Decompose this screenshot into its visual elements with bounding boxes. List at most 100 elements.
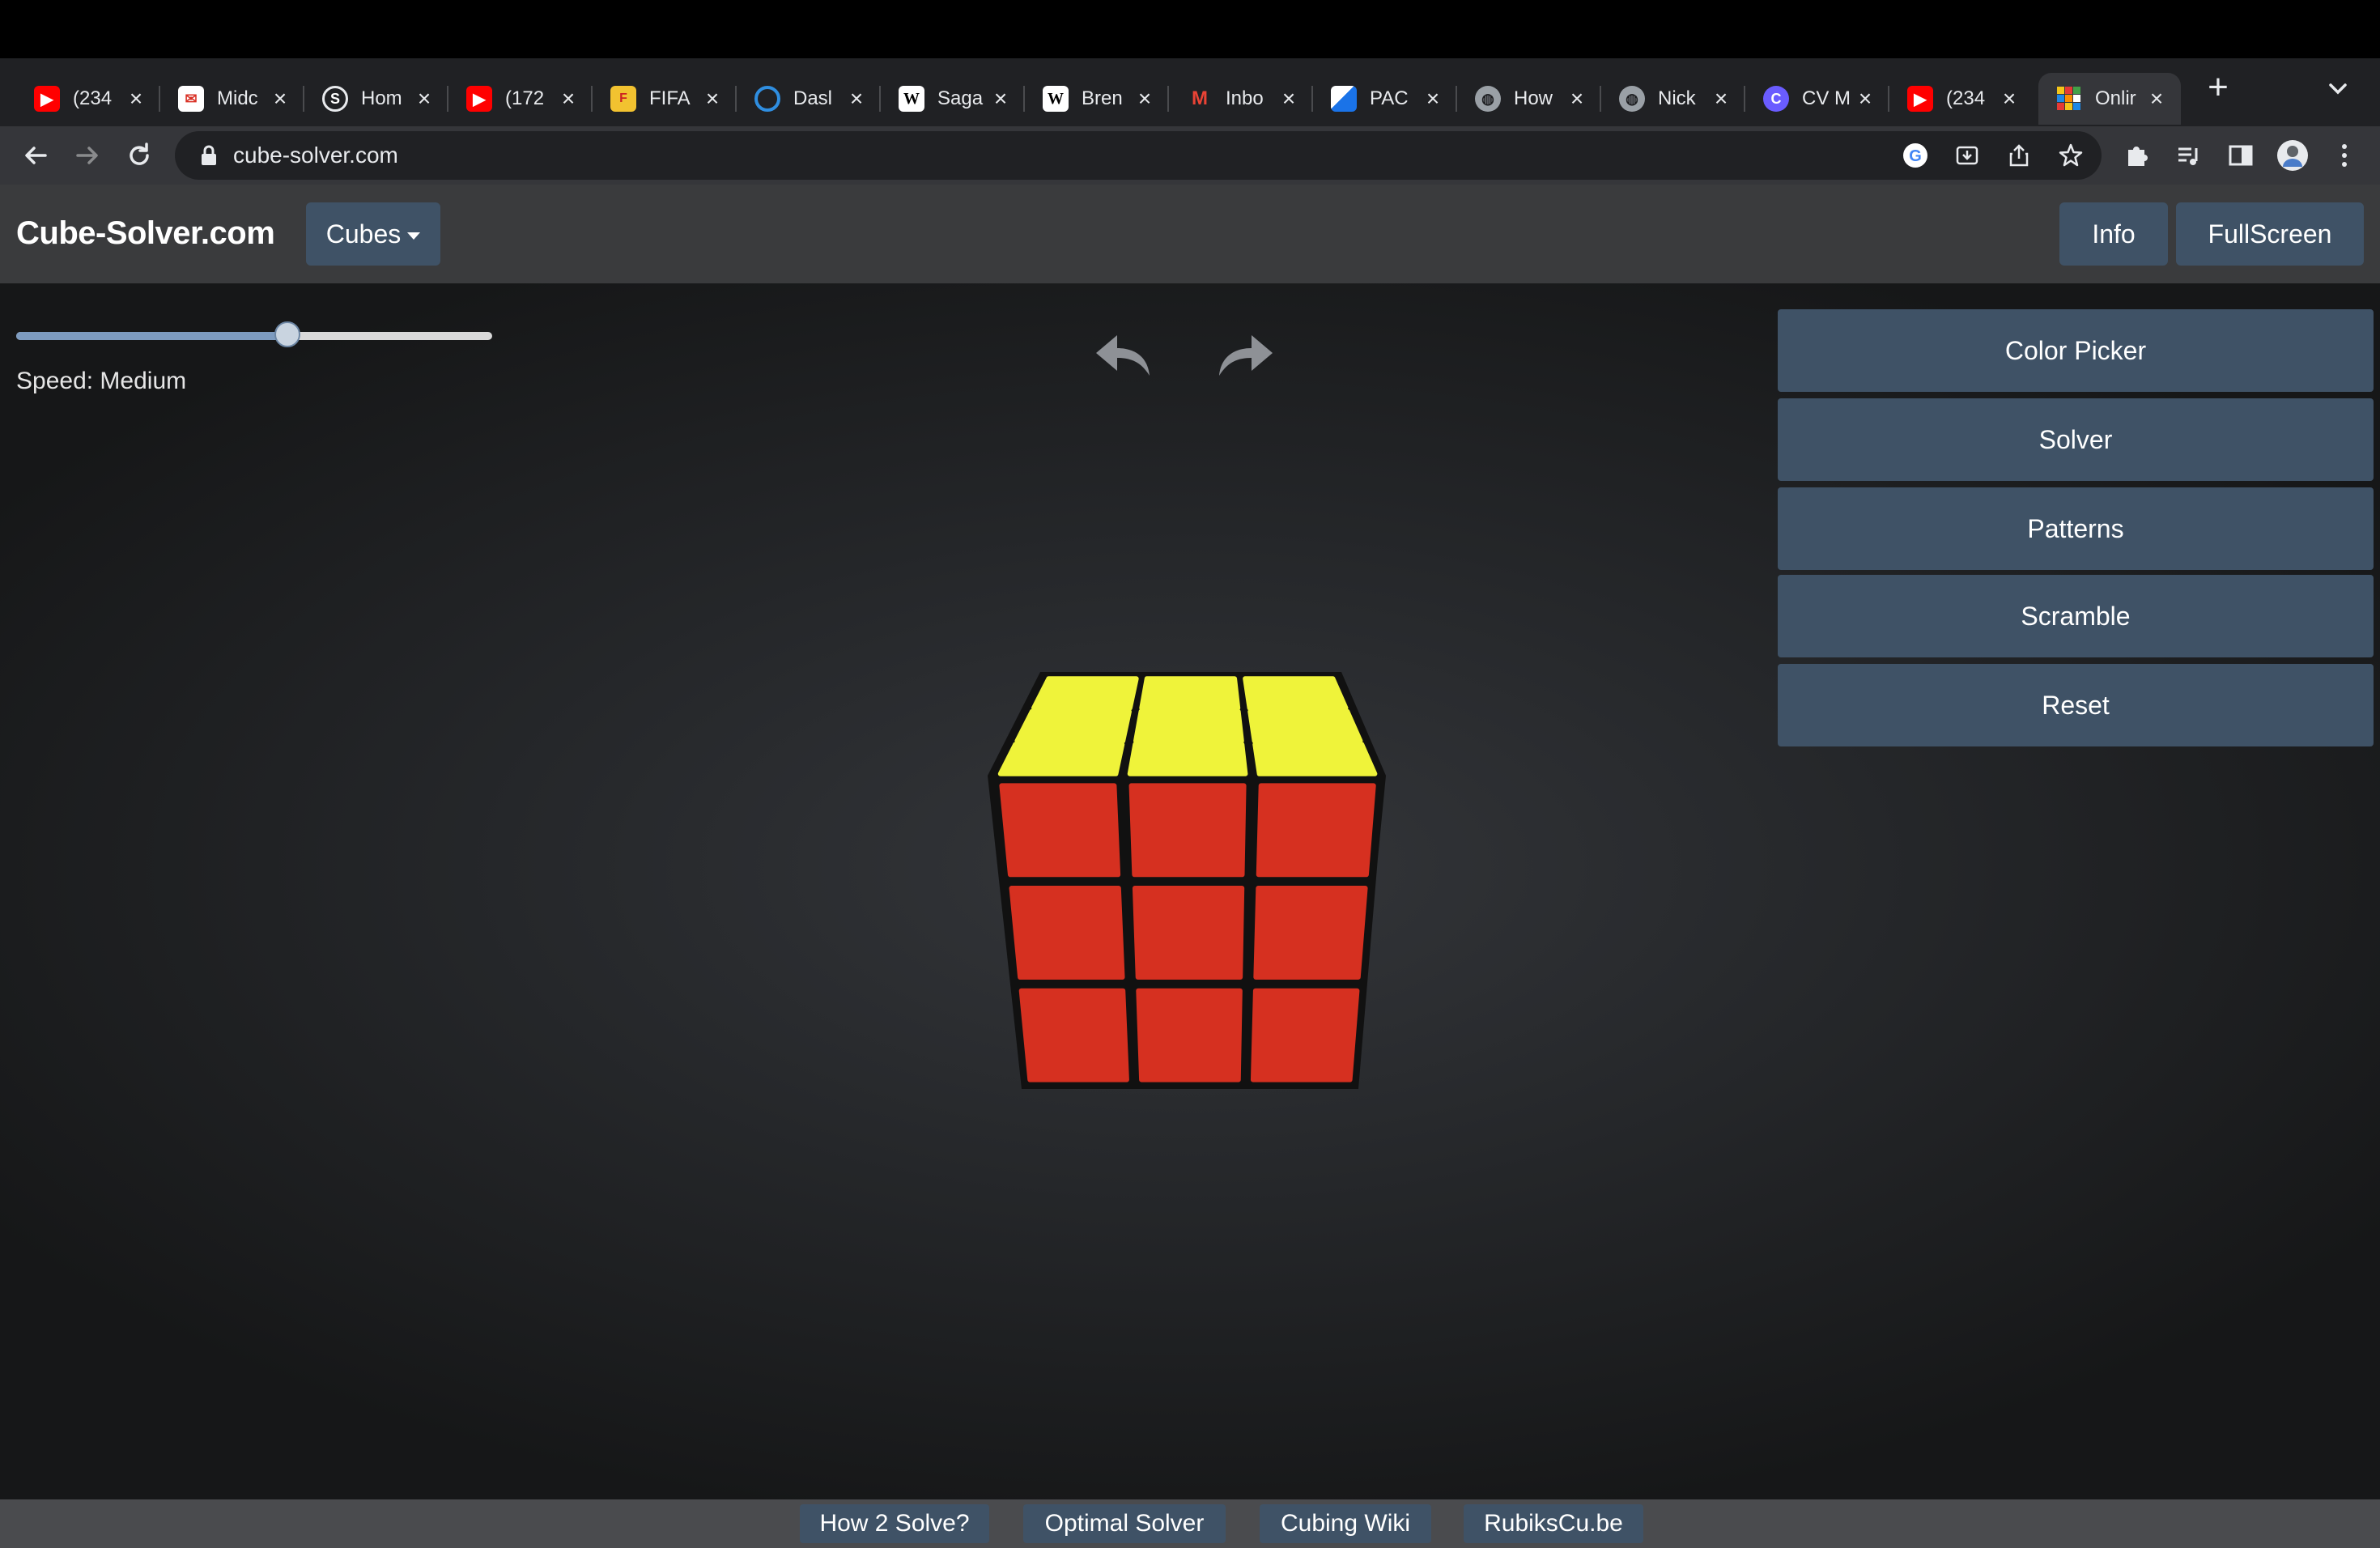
window-top-bar xyxy=(0,0,2380,58)
close-tab-icon[interactable]: × xyxy=(410,84,439,113)
reset-button[interactable]: Reset xyxy=(1778,664,2374,746)
address-bar[interactable]: cube-solver.com G xyxy=(175,131,2102,180)
browser-menu-icon[interactable] xyxy=(2328,139,2361,172)
browser-tab[interactable]: Dasl × xyxy=(737,73,881,125)
browser-tab[interactable]: C CV M × xyxy=(1745,73,1889,125)
tab-title: Midc xyxy=(217,87,258,109)
browser-tab[interactable]: ▶ (172 × xyxy=(448,73,593,125)
reload-icon[interactable] xyxy=(121,138,157,173)
speed-label: Speed: Medium xyxy=(16,368,187,394)
extensions-puzzle-icon[interactable] xyxy=(2121,139,2153,172)
youtube-icon: ▶ xyxy=(466,86,492,112)
info-button[interactable]: Info xyxy=(2059,202,2168,266)
forward-arrow-icon[interactable] xyxy=(70,138,105,173)
youtube-icon: ▶ xyxy=(34,86,60,112)
speed-slider[interactable] xyxy=(16,321,492,347)
scramble-button[interactable]: Scramble xyxy=(1778,575,2374,657)
browser-tab[interactable]: W Bren × xyxy=(1025,73,1169,125)
google-icon[interactable]: G xyxy=(1901,141,1930,170)
tab-title: FIFA xyxy=(649,87,691,109)
close-tab-icon[interactable]: × xyxy=(554,84,583,113)
close-tab-icon[interactable]: × xyxy=(1706,84,1736,113)
side-panel-icon[interactable] xyxy=(2225,139,2257,172)
cube-sticker-top xyxy=(1133,708,1244,744)
back-arrow-icon[interactable] xyxy=(18,138,53,173)
share-icon[interactable] xyxy=(2004,141,2034,170)
rubiks-cube-3d[interactable] xyxy=(980,668,1400,1093)
footer-link-rubikscube[interactable]: RubiksCu.be xyxy=(1464,1504,1643,1543)
close-tab-icon[interactable]: × xyxy=(698,84,727,113)
youtube-icon: ▶ xyxy=(1907,86,1933,112)
media-queue-icon[interactable] xyxy=(2173,139,2205,172)
browser-tab[interactable]: ✉ Midc × xyxy=(160,73,304,125)
tab-title: CV M xyxy=(1802,87,1851,109)
bookmark-star-icon[interactable] xyxy=(2056,141,2085,170)
browser-toolbar: cube-solver.com G xyxy=(0,126,2380,185)
footer-link-how-to-solve[interactable]: How 2 Solve? xyxy=(800,1504,989,1543)
tab-title: Saga xyxy=(937,87,984,109)
tab-title: Dasl xyxy=(793,87,833,109)
close-tab-icon[interactable]: × xyxy=(1274,84,1303,113)
cube-sticker-front xyxy=(1128,783,1247,878)
footer-link-cubing-wiki[interactable]: Cubing Wiki xyxy=(1260,1504,1431,1543)
close-tab-icon[interactable]: × xyxy=(121,84,151,113)
tab-title: Hom xyxy=(361,87,402,109)
lock-icon[interactable] xyxy=(194,141,223,170)
speed-slider-fill xyxy=(16,332,288,340)
profile-avatar-icon[interactable] xyxy=(2276,139,2309,172)
fullscreen-button[interactable]: FullScreen xyxy=(2176,202,2364,266)
tab-search-chevron-icon[interactable] xyxy=(2323,74,2352,104)
close-tab-icon[interactable]: × xyxy=(266,84,295,113)
tab-title: PAC xyxy=(1370,87,1409,109)
browser-tab[interactable]: ▶ (234 × xyxy=(1889,73,2034,125)
browser-tab[interactable]: ▶ (234 × xyxy=(16,73,160,125)
cube-sticker-top xyxy=(1014,708,1132,744)
rubiks-cube-icon xyxy=(2056,86,2082,112)
color-picker-button[interactable]: Color Picker xyxy=(1778,309,2374,392)
tab-title: (172 xyxy=(505,87,545,109)
patterns-button[interactable]: Patterns xyxy=(1778,487,2374,570)
install-app-icon[interactable] xyxy=(1953,141,1982,170)
close-tab-icon[interactable]: × xyxy=(2142,84,2171,113)
wikipedia-icon: W xyxy=(899,86,924,112)
globe-icon: ◍ xyxy=(1619,86,1645,112)
close-tab-icon[interactable]: × xyxy=(1130,84,1159,113)
browser-tab[interactable]: ◍ How × xyxy=(1457,73,1601,125)
new-tab-plus-icon[interactable]: + xyxy=(2200,70,2236,107)
browser-tab[interactable]: PAC × xyxy=(1313,73,1457,125)
redo-arrow-icon[interactable] xyxy=(1213,325,1277,382)
site-brand[interactable]: Cube-Solver.com xyxy=(16,215,275,252)
globe-icon: ◍ xyxy=(1475,86,1501,112)
close-tab-icon[interactable]: × xyxy=(1562,84,1592,113)
browser-tab[interactable]: M Inbo × xyxy=(1169,73,1313,125)
cubes-dropdown-button[interactable]: Cubes xyxy=(306,202,440,266)
footer-link-optimal-solver[interactable]: Optimal Solver xyxy=(1023,1504,1226,1543)
cubes-dropdown-label: Cubes xyxy=(325,219,402,249)
url-text: cube-solver.com xyxy=(233,142,398,168)
browser-tab[interactable]: S Hom × xyxy=(304,73,448,125)
undo-arrow-icon[interactable] xyxy=(1091,325,1156,382)
cube-sticker-top xyxy=(1031,676,1139,711)
speed-slider-thumb[interactable] xyxy=(274,321,301,347)
solver-button[interactable]: Solver xyxy=(1778,398,2374,481)
cube-stage[interactable]: Speed: Medium Color Picker Solver Patter… xyxy=(0,283,2380,1499)
close-tab-icon[interactable]: × xyxy=(842,84,871,113)
close-tab-icon[interactable]: × xyxy=(1418,84,1447,113)
close-tab-icon[interactable]: × xyxy=(1851,84,1880,113)
ring-icon xyxy=(754,86,780,112)
fifa-game-icon: F xyxy=(610,86,636,112)
tab-title: (234 xyxy=(1946,87,1986,109)
s-circle-icon: S xyxy=(322,86,348,112)
cube-sticker-front xyxy=(1018,988,1129,1082)
browser-tab[interactable]: ◍ Nick × xyxy=(1601,73,1745,125)
cube-sticker-top xyxy=(1127,742,1248,776)
cube-sticker-top xyxy=(1252,742,1378,776)
tab-title: Bren xyxy=(1082,87,1123,109)
close-tab-icon[interactable]: × xyxy=(986,84,1015,113)
browser-tab[interactable]: W Saga × xyxy=(881,73,1025,125)
tab-title: Inbo xyxy=(1226,87,1264,109)
browser-tab[interactable]: F FIFA × xyxy=(593,73,737,125)
browser-tab-active[interactable]: Onlir × xyxy=(2038,73,2181,125)
cube-sticker-front xyxy=(1256,783,1376,878)
close-tab-icon[interactable]: × xyxy=(1995,84,2024,113)
